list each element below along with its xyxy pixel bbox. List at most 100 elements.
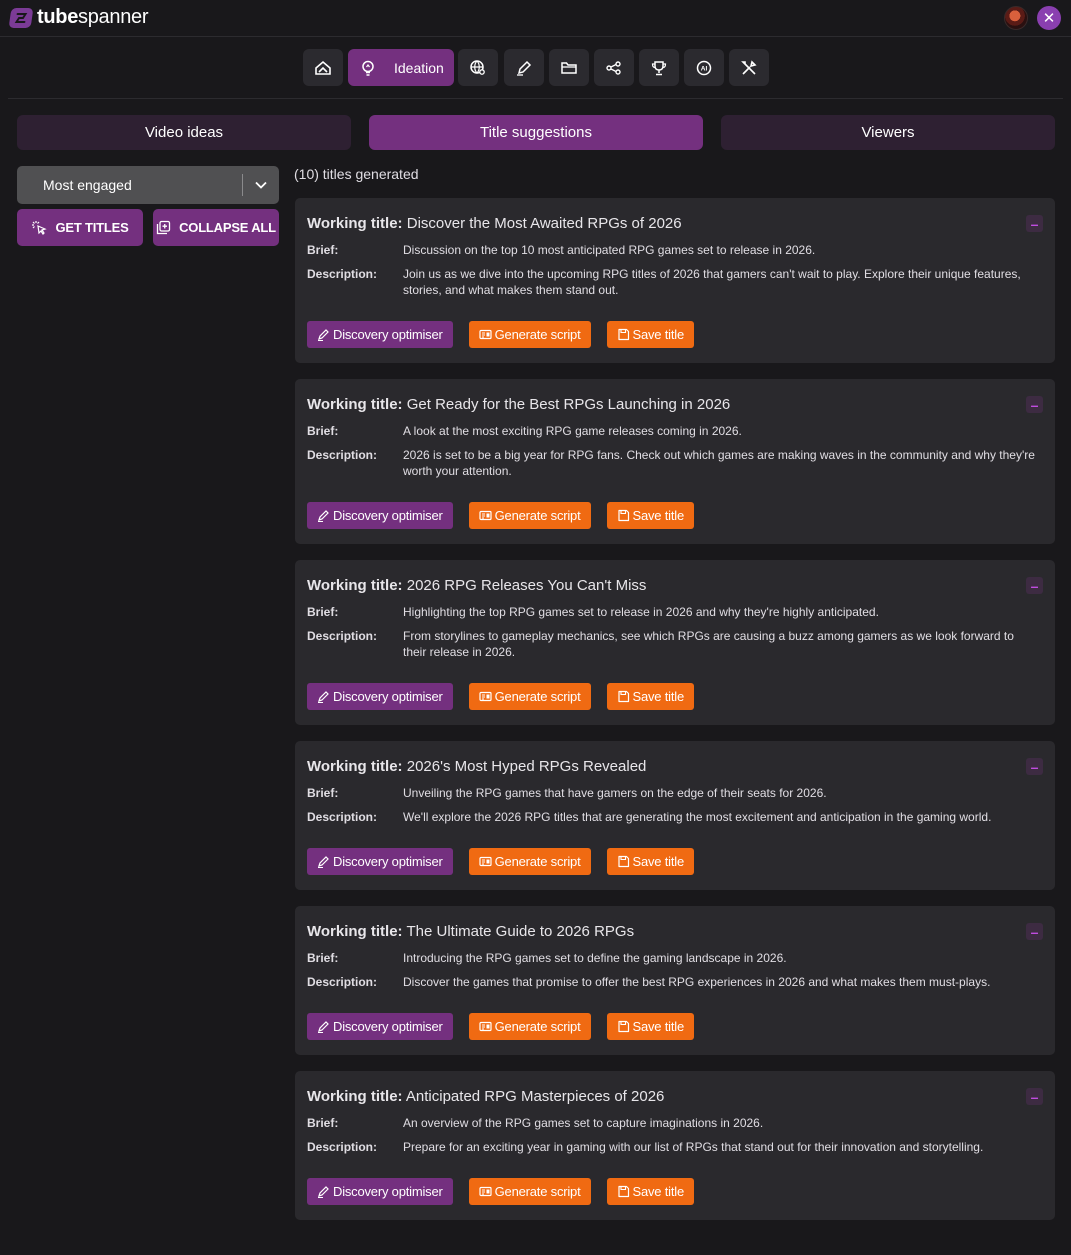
toolbar-ideation-button[interactable]: Ideation	[348, 49, 454, 86]
get-titles-button[interactable]: GET TITLES	[17, 209, 143, 246]
save-title-button[interactable]: Save title	[606, 502, 694, 529]
tab-video-ideas[interactable]: Video ideas	[17, 115, 351, 150]
generate-script-label: Generate script	[494, 327, 581, 342]
generate-script-button[interactable]: Generate script	[468, 1013, 591, 1040]
collapse-card-button[interactable]: –	[1026, 396, 1043, 413]
collapse-all-label: COLLAPSE ALL	[179, 220, 276, 235]
working-title-label: Working title:	[307, 1088, 403, 1105]
brief-text: An overview of the RPG games set to capt…	[403, 1116, 764, 1130]
discovery-optimiser-button[interactable]: Discovery optimiser	[307, 1178, 453, 1205]
description-row: Description: We'll explore the 2026 RPG …	[307, 809, 1043, 825]
working-title-text: 2026's Most Hyped RPGs Revealed	[406, 758, 647, 775]
globe-search-icon	[470, 59, 485, 75]
save-title-button[interactable]: Save title	[606, 848, 694, 875]
minus-icon: –	[1030, 1088, 1039, 1105]
working-title-label: Working title:	[307, 215, 403, 232]
working-title-text: The Ultimate Guide to 2026 RPGs	[406, 923, 635, 940]
minus-icon: –	[1030, 758, 1039, 775]
discovery-optimiser-button[interactable]: Discovery optimiser	[307, 1013, 453, 1040]
generate-script-button[interactable]: Generate script	[468, 1178, 591, 1205]
brief-label: Brief:	[307, 243, 339, 257]
toolbar-write-button[interactable]	[504, 49, 544, 86]
svg-text:AI: AI	[701, 65, 708, 72]
discovery-optimiser-label: Discovery optimiser	[333, 1019, 443, 1034]
user-avatar[interactable]	[1004, 6, 1028, 30]
collapse-card-button[interactable]: –	[1026, 758, 1043, 775]
save-title-label: Save title	[632, 689, 685, 704]
script-icon	[479, 856, 492, 867]
description-row: Description: 2026 is set to be a big yea…	[307, 447, 1043, 479]
home-icon	[315, 60, 331, 75]
generate-script-button[interactable]: Generate script	[468, 683, 591, 710]
title-card: Working title: The Ultimate Guide to 202…	[295, 906, 1055, 1055]
toolbar-ideation-label: Ideation	[394, 59, 444, 76]
collapse-all-button[interactable]: COLLAPSE ALL	[153, 209, 279, 246]
app-root: tubespanner ✕ Ideation AI Video ideas Ti…	[0, 0, 1071, 1255]
minus-icon: –	[1030, 923, 1039, 940]
collapse-all-icon	[156, 220, 171, 235]
working-title-label: Working title:	[307, 923, 403, 940]
brief-row: Brief: An overview of the RPG games set …	[307, 1115, 1043, 1131]
generate-script-button[interactable]: Generate script	[468, 848, 591, 875]
discovery-optimiser-label: Discovery optimiser	[333, 689, 443, 704]
save-icon	[617, 855, 629, 868]
working-title: Working title: 2026's Most Hyped RPGs Re…	[307, 757, 1043, 777]
description-row: Description: Prepare for an exciting yea…	[307, 1139, 1043, 1155]
toolbar-share-button[interactable]	[594, 49, 634, 86]
ai-icon: AI	[696, 60, 712, 75]
collapse-card-button[interactable]: –	[1026, 1088, 1043, 1105]
working-title: Working title: 2026 RPG Releases You Can…	[307, 576, 1043, 596]
pen-icon	[318, 1186, 329, 1198]
working-title-label: Working title:	[307, 577, 403, 594]
save-title-label: Save title	[632, 1019, 685, 1034]
working-title-text: Anticipated RPG Masterpieces of 2026	[405, 1088, 665, 1105]
save-icon	[617, 690, 629, 703]
collapse-card-button[interactable]: –	[1026, 577, 1043, 594]
toolbar-tools-button[interactable]	[729, 49, 769, 86]
discovery-optimiser-button[interactable]: Discovery optimiser	[307, 848, 453, 875]
working-title-text: 2026 RPG Releases You Can't Miss	[406, 577, 647, 594]
tab-title-suggestions[interactable]: Title suggestions	[369, 115, 703, 150]
generate-script-button[interactable]: Generate script	[468, 502, 591, 529]
pen-icon	[318, 329, 329, 341]
generate-script-button[interactable]: Generate script	[468, 321, 591, 348]
minus-icon: –	[1030, 396, 1039, 413]
save-title-button[interactable]: Save title	[606, 321, 694, 348]
toolbar-home-button[interactable]	[303, 49, 343, 86]
brand-name: tubespanner	[37, 6, 149, 28]
discovery-optimiser-label: Discovery optimiser	[333, 327, 443, 342]
card-actions: Discovery optimiser Generate script Save…	[307, 321, 1043, 348]
save-icon	[617, 1020, 629, 1033]
collapse-card-button[interactable]: –	[1026, 923, 1043, 940]
discovery-optimiser-button[interactable]: Discovery optimiser	[307, 502, 453, 529]
description-text: Join us as we dive into the upcoming RPG…	[403, 267, 1021, 297]
pen-icon	[318, 856, 329, 868]
collapse-card-button[interactable]: –	[1026, 215, 1043, 232]
toolbar-ai-button[interactable]: AI	[684, 49, 724, 86]
save-title-button[interactable]: Save title	[606, 1013, 694, 1040]
description-label: Description:	[307, 810, 378, 824]
close-button[interactable]: ✕	[1037, 6, 1061, 30]
toolbar-trophy-button[interactable]	[639, 49, 679, 86]
save-title-label: Save title	[632, 327, 685, 342]
card-actions: Discovery optimiser Generate script Save…	[307, 502, 1043, 529]
brief-text: Unveiling the RPG games that have gamers…	[403, 786, 827, 800]
logo-mark-icon	[8, 7, 34, 28]
description-label: Description:	[307, 448, 378, 462]
sort-select-value: Most engaged	[43, 177, 132, 193]
save-icon	[617, 1185, 629, 1198]
save-title-button[interactable]: Save title	[606, 683, 694, 710]
sort-select[interactable]: Most engaged	[17, 166, 279, 204]
toolbar-research-button[interactable]	[458, 49, 498, 86]
app-header: tubespanner ✕	[0, 0, 1071, 37]
working-title-text: Get Ready for the Best RPGs Launching in…	[406, 396, 731, 413]
chevron-down-icon	[243, 181, 279, 189]
description-row: Description: From storylines to gameplay…	[307, 628, 1043, 660]
tab-viewers[interactable]: Viewers	[721, 115, 1055, 150]
discovery-optimiser-button[interactable]: Discovery optimiser	[307, 321, 453, 348]
card-actions: Discovery optimiser Generate script Save…	[307, 683, 1043, 710]
toolbar-folder-button[interactable]	[549, 49, 589, 86]
discovery-optimiser-button[interactable]: Discovery optimiser	[307, 683, 453, 710]
save-title-button[interactable]: Save title	[606, 1178, 694, 1205]
logo[interactable]: tubespanner	[8, 6, 149, 29]
